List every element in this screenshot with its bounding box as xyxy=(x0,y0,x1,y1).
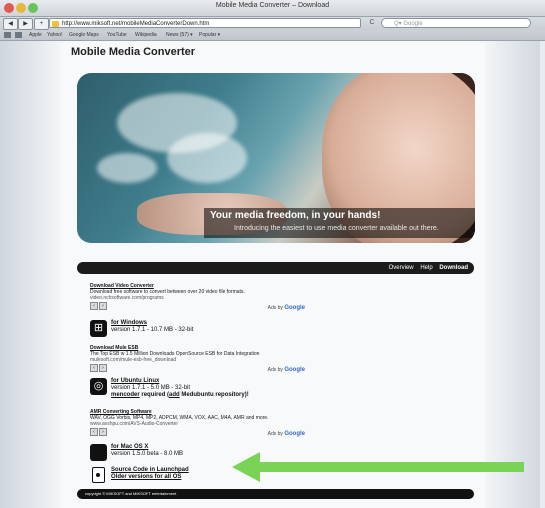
download-text: for Mac OS X version 1.5.0 beta - 8.0 MB xyxy=(111,444,183,458)
back-button[interactable]: ◀ xyxy=(3,18,18,30)
favicon-icon xyxy=(52,21,59,27)
bookmark-youtube[interactable]: YouTube xyxy=(107,30,127,40)
bookmark-apple[interactable]: Apple xyxy=(29,30,42,40)
ad-prev-icon[interactable]: ‹ xyxy=(90,364,98,372)
requirement-tail: Medubuntu repository)! xyxy=(179,392,249,398)
ad-next-icon[interactable]: › xyxy=(99,428,107,436)
nav-overview[interactable]: Overview xyxy=(389,265,414,271)
older-versions-link[interactable]: Older versions for all OS xyxy=(111,474,189,481)
page-viewport: Mobile Media Converter Your media freedo… xyxy=(0,41,545,508)
ad-next-icon[interactable]: › xyxy=(99,302,107,310)
title-bar: Mobile Media Converter – Download xyxy=(0,0,545,17)
document-icon xyxy=(92,467,105,483)
ad-nav: ‹ › xyxy=(90,428,108,436)
address-url: http://www.miksoft.net/mobileMediaConver… xyxy=(62,21,210,27)
add-repo-link[interactable]: add xyxy=(169,392,180,398)
web-page: Mobile Media Converter Your media freedo… xyxy=(61,43,485,508)
arrow-shaft xyxy=(252,462,524,472)
bookmark-google-maps[interactable]: Google Maps xyxy=(69,30,99,40)
ad-nav: ‹ › xyxy=(90,364,108,372)
bookmark-news[interactable]: News (57) ▾ xyxy=(166,30,193,40)
window-title: Mobile Media Converter – Download xyxy=(215,2,330,9)
download-windows: ⊞ for Windows version 1.7.1 - 10.7 MB - … xyxy=(90,319,330,341)
ad-url[interactable]: www.avshpu.com/AVS-Audio-Converter xyxy=(90,421,305,427)
bookmarks-bar: Apple Yahoo! Google Maps YouTube Wikiped… xyxy=(0,30,545,41)
ads-by-label: Ads by xyxy=(267,431,283,437)
windows-logo-icon[interactable]: ⊞ xyxy=(90,320,107,337)
download-ubuntu-version: version 1.7.1 - 5.0 MB - 32-bit xyxy=(111,385,191,391)
download-ubuntu-link[interactable]: for Ubuntu Linux xyxy=(111,378,249,385)
ads-by-google[interactable]: Ads by Google xyxy=(268,305,305,311)
site-nav: Overview Help Download xyxy=(77,262,474,274)
forward-button[interactable]: ▶ xyxy=(18,18,33,30)
source-text: Source Code in Launchpad Older versions … xyxy=(111,467,189,481)
footer: copyright © MIKSOFT and MIKSOFT entertai… xyxy=(77,489,474,499)
download-text: for Ubuntu Linux version 1.7.1 - 5.0 MB … xyxy=(111,378,249,399)
requirement-text: required ( xyxy=(139,392,170,398)
nav-help[interactable]: Help xyxy=(420,265,432,271)
hero-subtitle: Introducing the easiest to use media con… xyxy=(234,225,439,232)
launchpad-link[interactable]: Source Code in Launchpad xyxy=(111,467,189,474)
add-bookmark-button[interactable]: + xyxy=(34,18,49,30)
ubuntu-logo-icon[interactable]: ◎ xyxy=(90,378,107,395)
address-bar[interactable]: http://www.miksoft.net/mobileMediaConver… xyxy=(49,18,361,28)
ad-nav: ‹ › xyxy=(90,302,108,310)
arrow-left-icon xyxy=(232,452,260,482)
green-arrow-annotation xyxy=(232,452,524,482)
open-book-icon[interactable] xyxy=(4,32,11,38)
hero-caption: Your media freedom, in your hands! Intro… xyxy=(204,208,475,238)
download-windows-link[interactable]: for Windows xyxy=(111,320,193,327)
ads-brand: Google xyxy=(284,367,305,373)
nav-download[interactable]: Download xyxy=(439,265,468,271)
download-text: for Windows version 1.7.1 - 10.7 MB - 32… xyxy=(111,320,193,334)
ads-by-google[interactable]: Ads by Google xyxy=(268,367,305,373)
ad-prev-icon[interactable]: ‹ xyxy=(90,302,98,310)
smoke-cloud xyxy=(97,153,157,183)
ads-by-google[interactable]: Ads by Google xyxy=(268,431,305,437)
hero-headline: Your media freedom, in your hands! xyxy=(210,210,381,221)
grid-icon[interactable] xyxy=(15,32,22,38)
ad-block: Download Video Converter Download free s… xyxy=(90,283,305,311)
site-title: Mobile Media Converter xyxy=(71,46,196,58)
smoke-cloud xyxy=(167,133,247,183)
ads-brand: Google xyxy=(284,305,305,311)
browser-toolbar: ◀ ▶ + http://www.miksoft.net/mobileMedia… xyxy=(0,17,545,30)
search-field[interactable]: Q▾ Google xyxy=(381,18,531,28)
ads-brand: Google xyxy=(284,431,305,437)
ad-prev-icon[interactable]: ‹ xyxy=(90,428,98,436)
ad-next-icon[interactable]: › xyxy=(99,364,107,372)
nav-links: Overview Help Download xyxy=(384,263,468,273)
ad-url[interactable]: video.nchsoftware.com/programs xyxy=(90,295,305,301)
bookmark-yahoo[interactable]: Yahoo! xyxy=(47,30,62,40)
reload-button[interactable]: C xyxy=(366,18,378,28)
browser-window: Mobile Media Converter – Download ◀ ▶ + … xyxy=(0,0,545,508)
ad-url[interactable]: mulesoft.com/mule-esb-free_download xyxy=(90,357,305,363)
bookmark-popular[interactable]: Popular ▾ xyxy=(199,30,220,40)
download-ubuntu: ◎ for Ubuntu Linux version 1.7.1 - 5.0 M… xyxy=(90,377,330,405)
apple-logo-icon[interactable] xyxy=(90,444,107,461)
bookmark-wikipedia[interactable]: Wikipedia xyxy=(135,30,157,40)
ads-by-label: Ads by xyxy=(267,305,283,311)
download-windows-version: version 1.7.1 - 10.7 MB - 32-bit xyxy=(111,327,194,333)
ads-by-label: Ads by xyxy=(267,367,283,373)
hero-banner: Your media freedom, in your hands! Intro… xyxy=(77,73,475,243)
download-mac-link[interactable]: for Mac OS X xyxy=(111,444,183,451)
ad-block: Download Mule ESB The Top ESB w 1.5 Mill… xyxy=(90,345,305,373)
vertical-scrollbar[interactable] xyxy=(540,41,545,508)
ad-block: AMR Converting Software WAV, OGG Vorbis,… xyxy=(90,409,305,437)
ubuntu-requirement: mencoder required (add Medubuntu reposit… xyxy=(111,392,249,399)
download-mac-version: version 1.5.0 beta - 8.0 MB xyxy=(111,451,184,457)
mencoder-link[interactable]: mencoder xyxy=(111,392,140,398)
search-placeholder: Q▾ Google xyxy=(394,21,423,27)
